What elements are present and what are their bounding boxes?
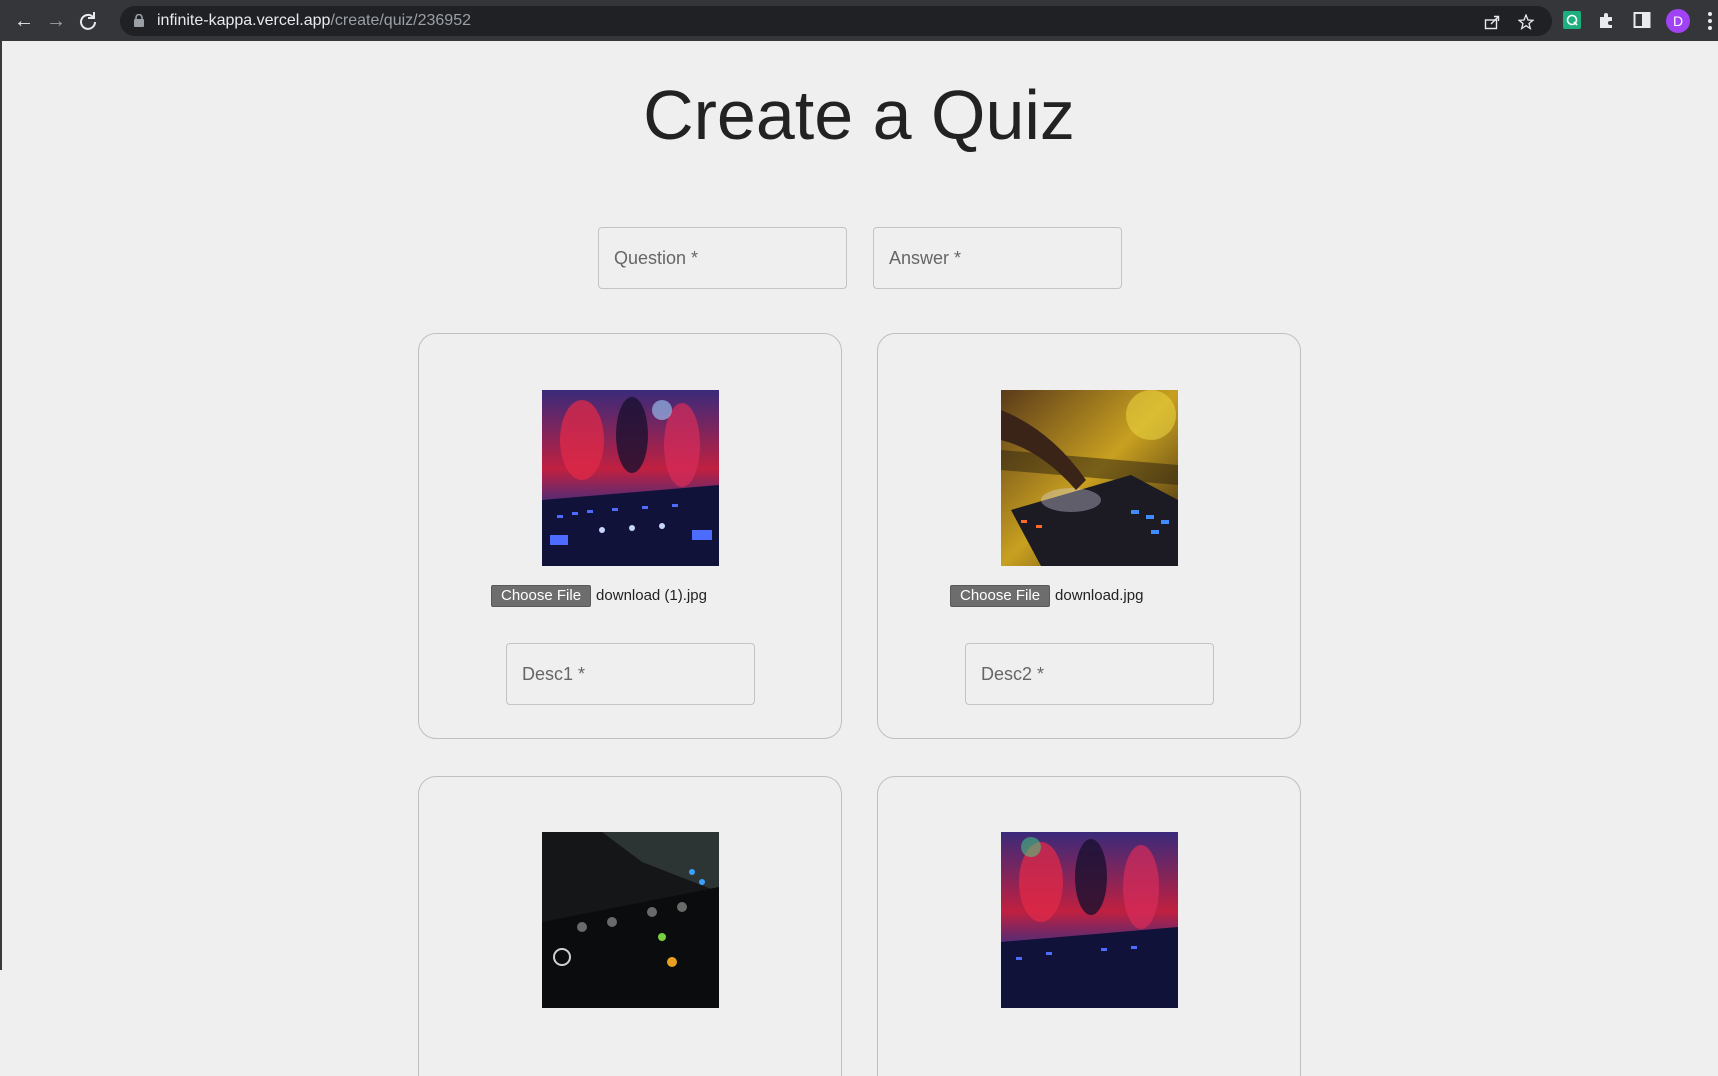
extension-q-icon[interactable] <box>1563 11 1581 29</box>
address-bar[interactable]: infinite-kappa.vercel.app/create/quiz/23… <box>120 6 1552 36</box>
file-input-1[interactable]: Choose File download (1).jpg <box>491 585 707 607</box>
option-card-4 <box>877 776 1301 1076</box>
option-card-2: Choose File download.jpg <box>877 333 1301 739</box>
page-title: Create a Quiz <box>643 76 1075 154</box>
question-input[interactable] <box>598 227 847 289</box>
browser-toolbar: ← → infinite-kappa.vercel.app/create/qui… <box>0 0 1718 41</box>
profile-avatar[interactable]: D <box>1666 9 1690 33</box>
reload-icon[interactable] <box>75 8 101 34</box>
option-image-4 <box>1001 832 1178 1008</box>
forward-icon[interactable]: → <box>43 8 69 34</box>
window-border <box>0 41 2 970</box>
desc2-input[interactable] <box>965 643 1214 705</box>
menu-kebab-icon[interactable] <box>1708 12 1712 30</box>
bookmark-star-icon[interactable] <box>1518 14 1534 30</box>
lock-icon <box>134 14 144 27</box>
option-card-1: Choose File download (1).jpg <box>418 333 842 739</box>
option-image-2 <box>1001 390 1178 566</box>
choose-file-button[interactable]: Choose File <box>491 585 592 607</box>
back-icon[interactable]: ← <box>11 8 37 34</box>
file-input-2[interactable]: Choose File download.jpg <box>950 585 1143 607</box>
url-host: infinite-kappa.vercel.app <box>157 12 331 29</box>
option-image-1 <box>542 390 719 566</box>
desc1-input[interactable] <box>506 643 755 705</box>
choose-file-button[interactable]: Choose File <box>950 585 1051 607</box>
file-name-1: download (1).jpg <box>596 587 707 604</box>
share-icon[interactable] <box>1484 14 1500 30</box>
option-card-3 <box>418 776 842 1076</box>
url-text: infinite-kappa.vercel.app/create/quiz/23… <box>157 12 471 30</box>
option-image-3 <box>542 832 719 1008</box>
extensions-puzzle-icon[interactable] <box>1598 11 1616 29</box>
url-path: /create/quiz/236952 <box>330 12 471 29</box>
side-panel-icon[interactable] <box>1633 11 1651 29</box>
answer-input[interactable] <box>873 227 1122 289</box>
file-name-2: download.jpg <box>1055 587 1144 604</box>
